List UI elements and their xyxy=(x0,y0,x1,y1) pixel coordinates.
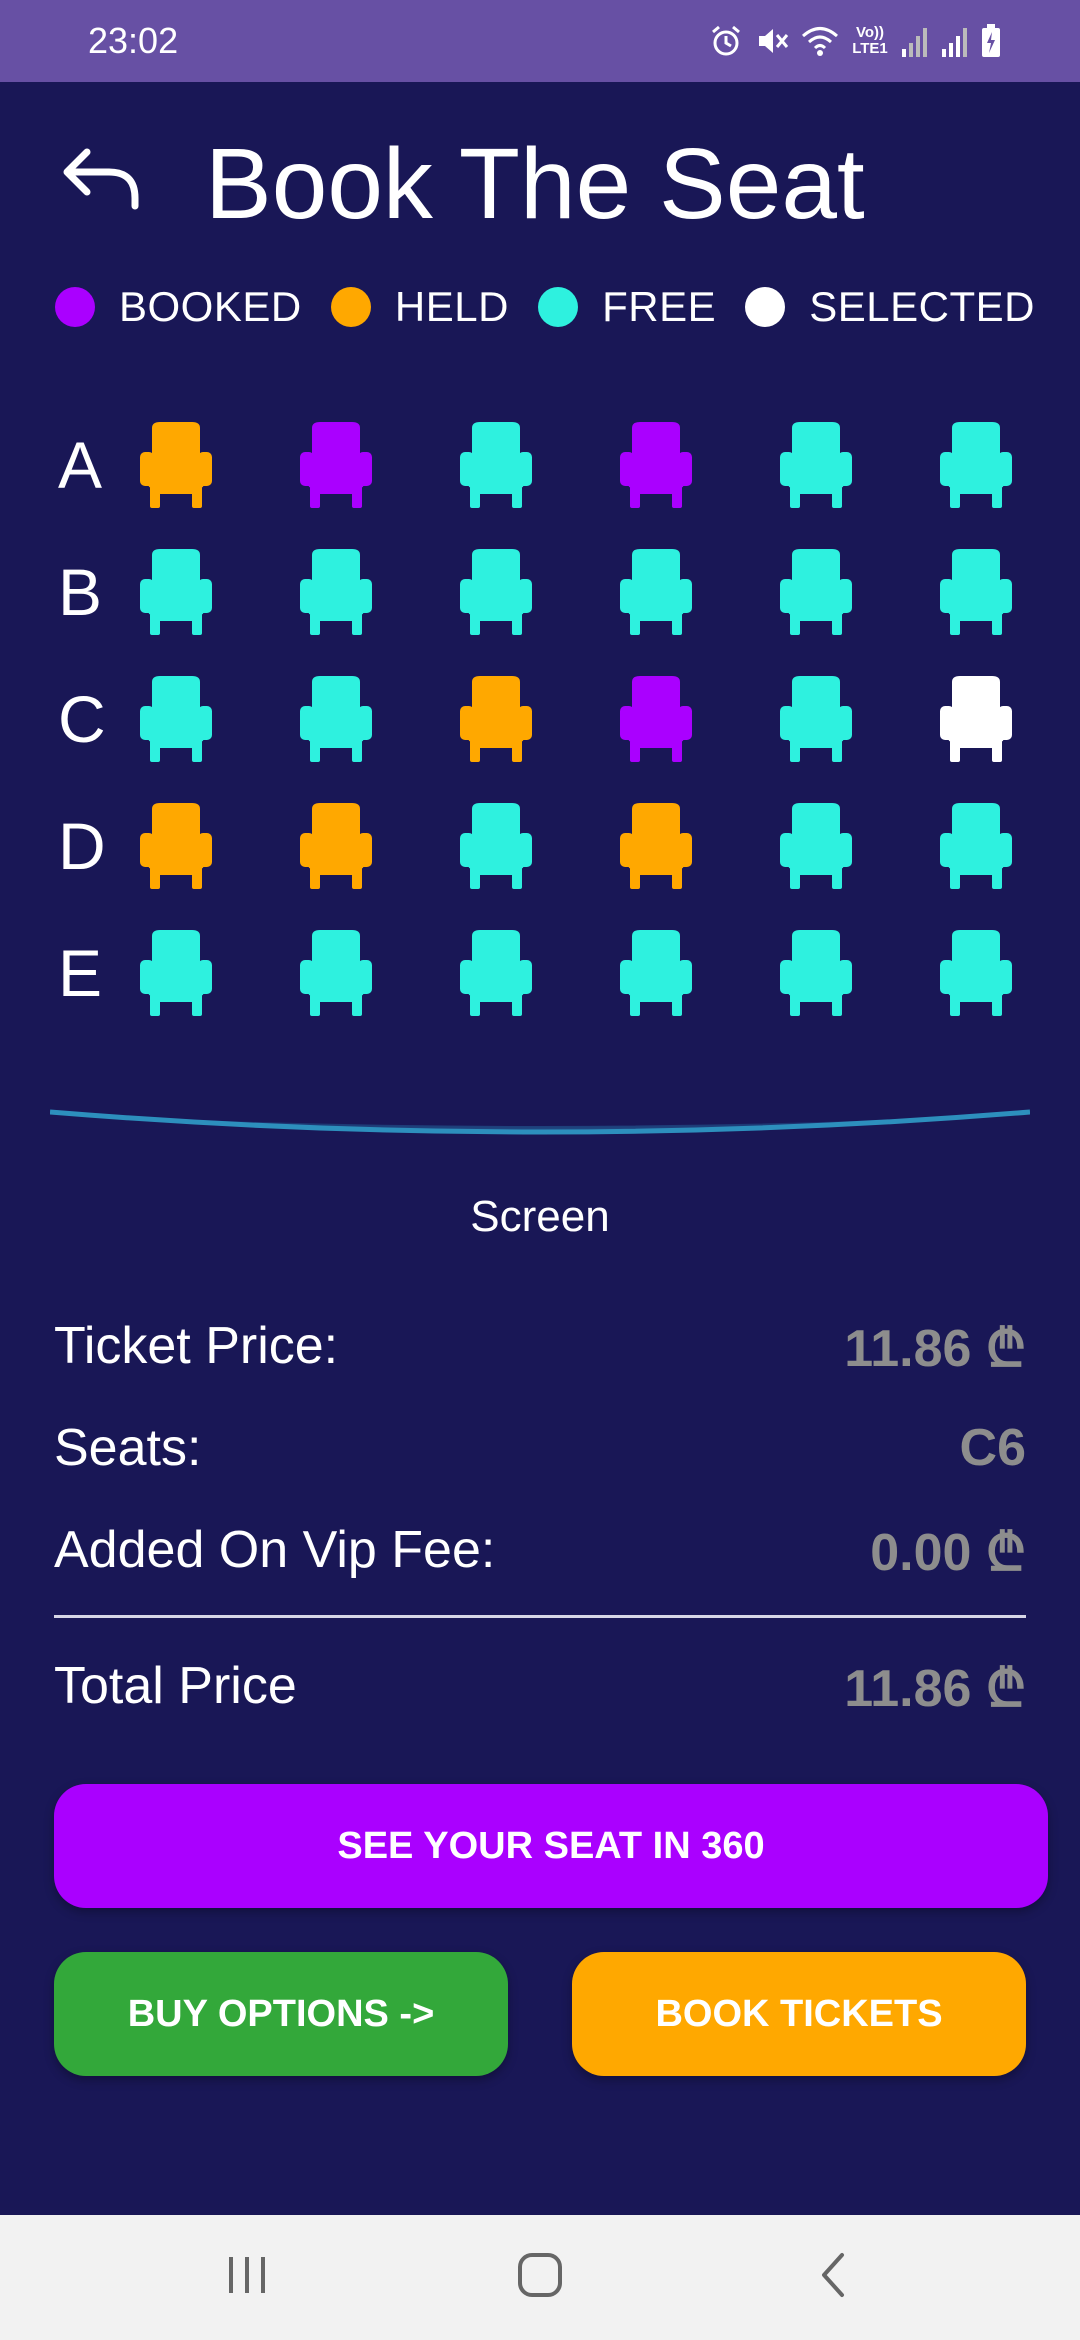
see-seat-360-button[interactable]: SEE YOUR SEAT IN 360 xyxy=(54,1784,1048,1908)
seat-c5-icon[interactable] xyxy=(776,674,856,764)
legend-item-held: HELD xyxy=(330,283,509,331)
status-time: 23:02 xyxy=(88,20,179,61)
back-arrow-icon xyxy=(61,144,141,219)
seat-d1-icon[interactable] xyxy=(136,801,216,891)
status-bar: 23:02 Vo)) LTE1 xyxy=(0,0,1080,82)
row-label: D xyxy=(58,809,106,883)
seat-e3-icon[interactable] xyxy=(456,928,536,1018)
back-icon xyxy=(818,2251,848,2304)
seat-c1-icon[interactable] xyxy=(136,674,216,764)
seat-row-a: A xyxy=(0,410,1080,520)
seat-d4-icon[interactable] xyxy=(616,801,696,891)
ticket-price-label: Ticket Price: xyxy=(54,1317,339,1375)
divider xyxy=(54,1615,1026,1618)
seat-row-b: B xyxy=(0,537,1080,647)
vip-fee-value: 0.00 ₾ xyxy=(870,1523,1026,1582)
lte-icon: Vo)) LTE1 xyxy=(852,24,888,57)
buy-options-button[interactable]: BUY OPTIONS -> xyxy=(54,1952,508,2076)
system-nav-bar xyxy=(0,2215,1080,2340)
row-label: B xyxy=(58,555,103,629)
seat-row-c: C xyxy=(0,664,1080,774)
recent-apps-button[interactable] xyxy=(187,2228,307,2328)
legend-label: BOOKED xyxy=(119,283,302,330)
seat-e6-icon[interactable] xyxy=(936,928,1016,1018)
seat-a4-icon[interactable] xyxy=(616,420,696,510)
seats-row: Seats: C6 xyxy=(54,1408,1026,1488)
seat-d6-icon[interactable] xyxy=(936,801,1016,891)
legend-label: SELECTED xyxy=(809,283,1035,330)
seat-row-d: D xyxy=(0,791,1080,901)
legend-dot-selected xyxy=(745,287,786,327)
seat-c2-icon[interactable] xyxy=(296,674,376,764)
legend-item-free: FREE xyxy=(538,283,716,331)
signal-icon xyxy=(900,23,930,59)
total-price-label: Total Price xyxy=(54,1657,297,1715)
legend-item-booked: BOOKED xyxy=(55,283,302,331)
seat-a3-icon[interactable] xyxy=(456,420,536,510)
seat-b3-icon[interactable] xyxy=(456,547,536,637)
legend-label: FREE xyxy=(602,283,717,330)
home-button[interactable] xyxy=(480,2228,600,2328)
back-button[interactable] xyxy=(56,136,146,226)
seat-e1-icon[interactable] xyxy=(136,928,216,1018)
seat-a6-icon[interactable] xyxy=(936,420,1016,510)
seat-b4-icon[interactable] xyxy=(616,547,696,637)
seat-b2-icon[interactable] xyxy=(296,547,376,637)
legend-label: HELD xyxy=(394,283,509,330)
vip-fee-row: Added On Vip Fee: 0.00 ₾ xyxy=(54,1510,1026,1590)
seat-b5-icon[interactable] xyxy=(776,547,856,637)
seat-c6-icon[interactable] xyxy=(936,674,1016,764)
nav-back-button[interactable] xyxy=(773,2228,893,2328)
seat-c4-icon[interactable] xyxy=(616,674,696,764)
signal-icon xyxy=(940,23,970,59)
mute-icon xyxy=(754,23,790,59)
ticket-price-value: 11.86 ₾ xyxy=(844,1319,1026,1378)
seat-a1-icon[interactable] xyxy=(136,420,216,510)
seats-label: Seats: xyxy=(54,1419,202,1477)
seat-legend: BOOKED HELD FREE SELECTED xyxy=(55,272,1035,342)
seat-d2-icon[interactable] xyxy=(296,801,376,891)
seat-b1-icon[interactable] xyxy=(136,547,216,637)
legend-dot-booked xyxy=(55,287,95,327)
alarm-icon xyxy=(708,23,744,59)
row-label: A xyxy=(58,428,103,502)
wifi-icon xyxy=(800,23,840,59)
seat-d3-icon[interactable] xyxy=(456,801,536,891)
total-price-value: 11.86 ₾ xyxy=(844,1659,1026,1718)
screen-label: Screen xyxy=(470,1192,610,1241)
seat-b6-icon[interactable] xyxy=(936,547,1016,637)
seat-c3-icon[interactable] xyxy=(456,674,536,764)
row-label: C xyxy=(58,682,106,756)
vip-fee-label: Added On Vip Fee: xyxy=(54,1521,496,1579)
legend-dot-free xyxy=(538,287,579,327)
page-title: Book The Seat xyxy=(205,128,865,240)
seat-e4-icon[interactable] xyxy=(616,928,696,1018)
total-price-row: Total Price 11.86 ₾ xyxy=(54,1646,1026,1726)
legend-dot-held xyxy=(330,287,371,327)
seat-a5-icon[interactable] xyxy=(776,420,856,510)
seat-e2-icon[interactable] xyxy=(296,928,376,1018)
ticket-price-row: Ticket Price: 11.86 ₾ xyxy=(54,1306,1026,1386)
seat-row-e: E xyxy=(0,918,1080,1028)
row-label: E xyxy=(58,936,103,1010)
legend-item-selected: SELECTED xyxy=(745,283,1035,331)
header: Book The Seat xyxy=(0,120,1080,240)
status-icons: Vo)) LTE1 xyxy=(708,23,1002,59)
battery-charging-icon xyxy=(980,23,1002,59)
home-icon xyxy=(516,2251,564,2304)
seat-a2-icon[interactable] xyxy=(296,420,376,510)
book-tickets-button[interactable]: BOOK TICKETS xyxy=(572,1952,1026,2076)
seat-e5-icon[interactable] xyxy=(776,928,856,1018)
screen-indicator xyxy=(49,1100,1031,1170)
recent-apps-icon xyxy=(225,2255,269,2300)
seats-value: C6 xyxy=(959,1419,1026,1477)
seat-d5-icon[interactable] xyxy=(776,801,856,891)
